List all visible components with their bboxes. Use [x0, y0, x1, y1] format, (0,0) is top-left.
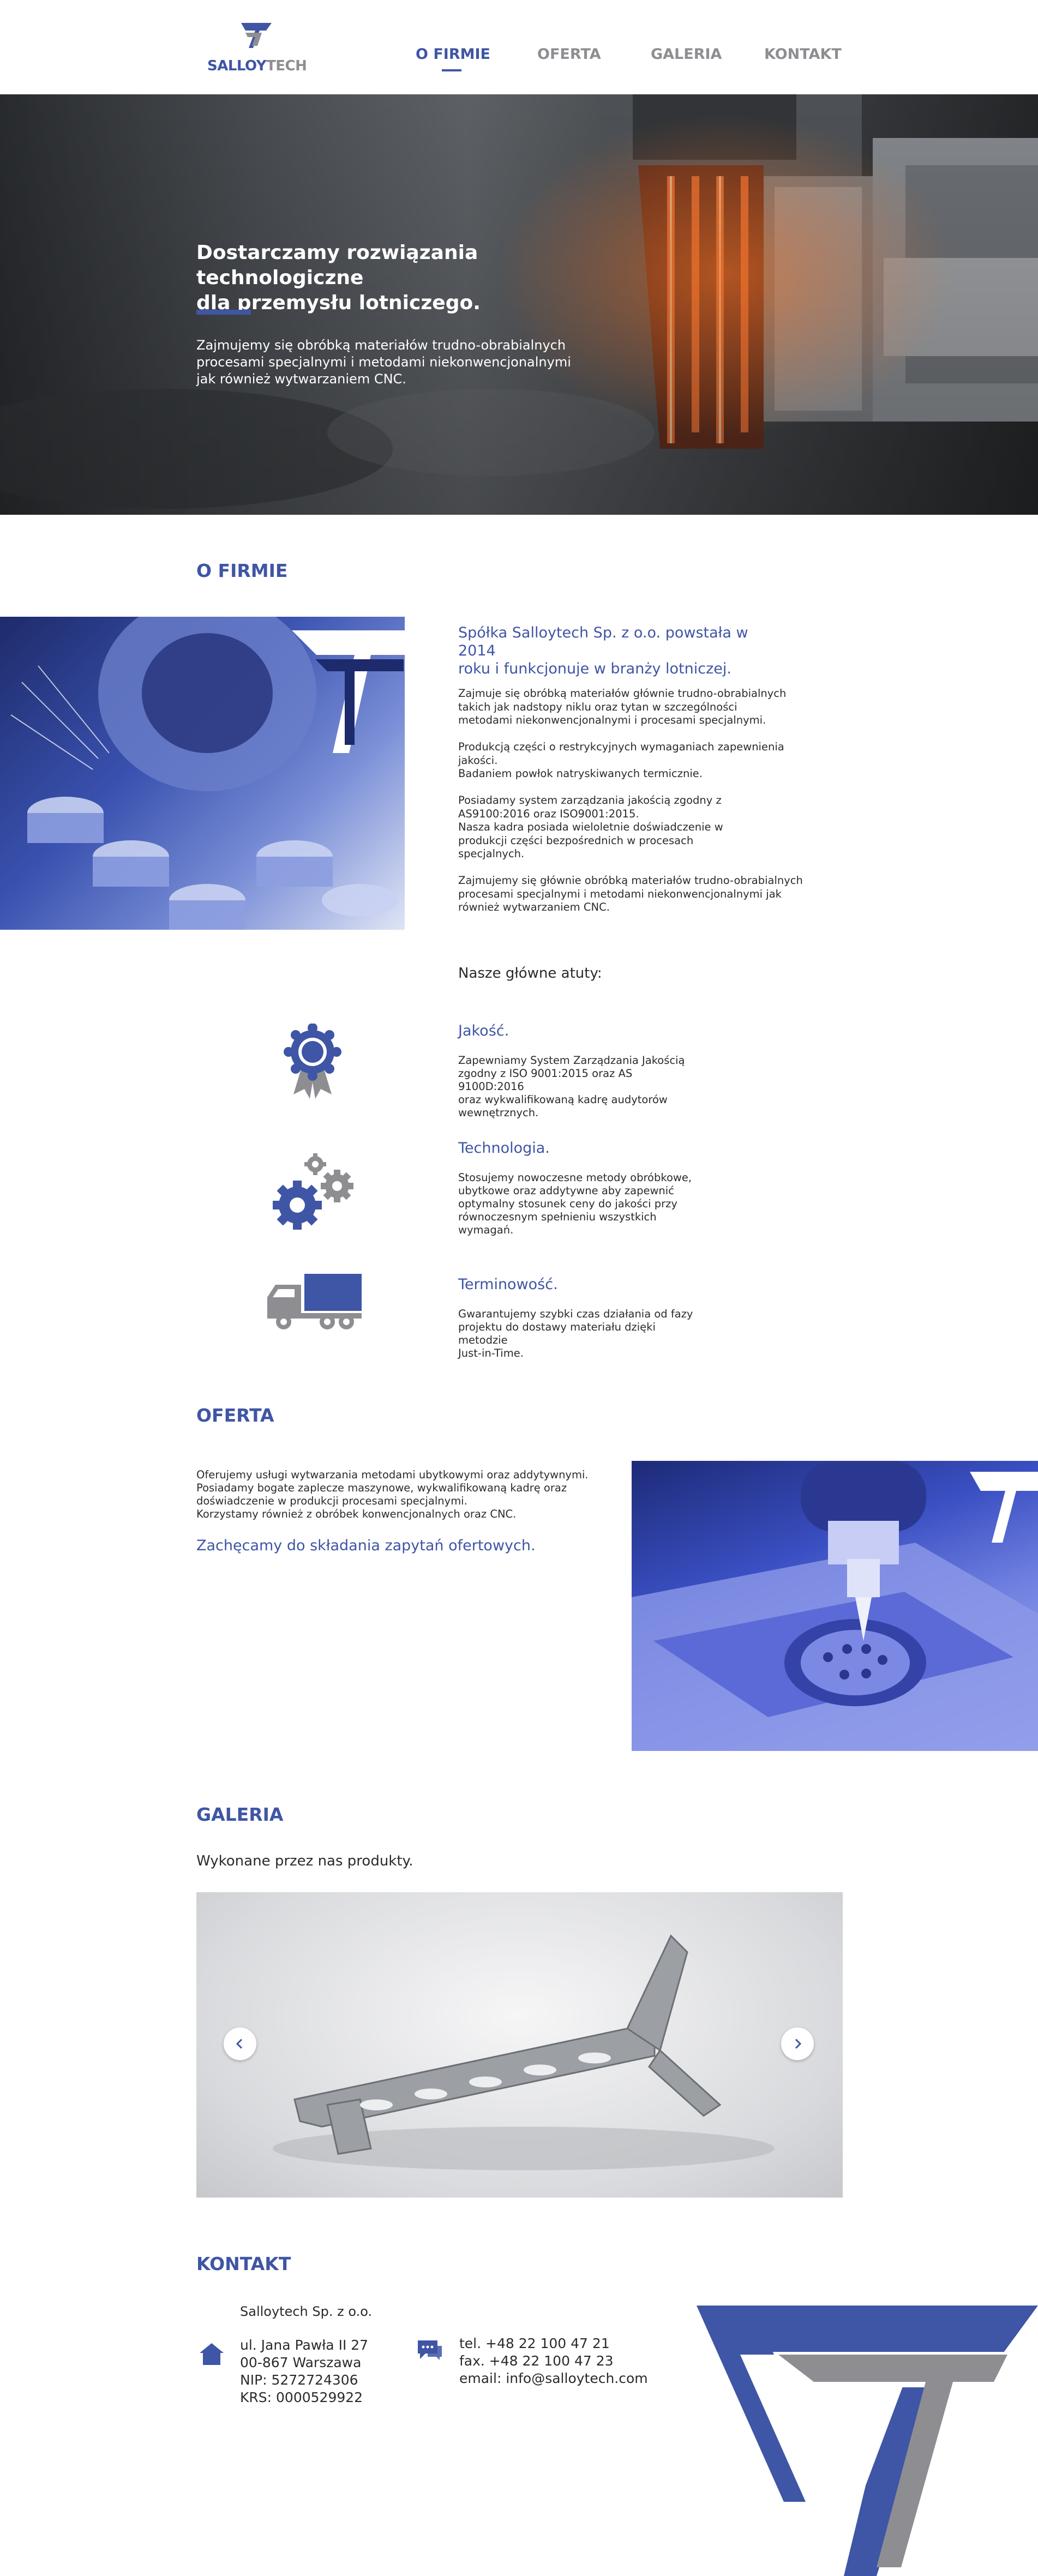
hero-title: Dostarczamy rozwiązania technologiczne d… [196, 240, 611, 316]
oferta-image [632, 1461, 1038, 1751]
hero-title-line: Dostarczamy rozwiązania technologiczne [196, 242, 478, 289]
home-icon [200, 2343, 224, 2365]
about-line: takich jak nadstopy niklu oraz tytan w s… [458, 700, 737, 713]
about-paragraph: Posiadamy system zarządzania jakością zg… [458, 794, 807, 861]
atut-title-technologia: Technologia. [458, 1140, 550, 1157]
about-paragraph: Zajmujemy się głównie obróbką materiałów… [458, 874, 807, 914]
atut-line: zgodny z ISO 9001:2015 oraz AS 9100D:201… [458, 1067, 633, 1093]
about-line: również wytwarzaniem CNC. [458, 901, 610, 913]
contact-fax-line: fax. +48 22 100 47 23 [459, 2353, 614, 2369]
atut-text-technologia: Stosujemy nowoczesne metody obróbkowe, u… [458, 1171, 698, 1237]
about-line: AS9100:2016 oraz ISO9001:2015. [458, 807, 639, 820]
contact-phone-line: tel. +48 22 100 47 21 [459, 2336, 610, 2351]
about-line: Zajmuje się obróbką materiałów głównie t… [458, 687, 787, 700]
contact-phones: tel. +48 22 100 47 21 fax. +48 22 100 47… [459, 2335, 648, 2387]
nav-kontakt[interactable]: KONTAKT [764, 46, 842, 63]
galeria-subtitle: Wykonane przez nas produkty. [196, 1853, 413, 1869]
nav-active-underline [442, 69, 461, 71]
atut-text-terminowosc: Gwarantujemy szybki czas działania od fa… [458, 1308, 698, 1360]
large-logo-mark-icon [697, 2306, 1038, 2576]
oferta-line: Korzystamy również z obróbek konwencjona… [196, 1508, 517, 1520]
oferta-cta: Zachęcamy do składania zapytań ofertowyc… [196, 1537, 536, 1554]
contact-address: ul. Jana Pawła II 27 00-867 Warszawa NIP… [240, 2337, 368, 2406]
hero-subtitle-line: jak również wytwarzaniem CNC. [196, 371, 406, 387]
nav-oferta[interactable]: OFERTA [537, 46, 601, 63]
contact-address-line: ul. Jana Pawła II 27 [240, 2337, 369, 2353]
atut-line: optymalny stosunek ceny do jakości przy [458, 1197, 677, 1210]
atut-line: ubytkowe oraz addytywne aby zapewnić [458, 1184, 674, 1197]
chevron-left-icon [236, 2038, 243, 2049]
gallery-prev-button[interactable] [224, 2027, 256, 2060]
about-lead-line: Spółka Salloytech Sp. z o.o. powstała w … [458, 624, 748, 659]
about-paragraph: Produkcją części o restrykcyjnych wymaga… [458, 741, 807, 781]
contact-company-name: Salloytech Sp. z o.o. [240, 2304, 373, 2319]
atut-line: wymagań. [458, 1224, 514, 1236]
oferta-line: Oferujemy usługi wytwarzania metodami ub… [196, 1468, 589, 1481]
atut-title-jakosc: Jakość. [458, 1022, 509, 1039]
gallery-slider[interactable] [196, 1892, 843, 2198]
section-title-galeria: GALERIA [196, 1804, 284, 1825]
oferta-cnc-illustration [632, 1461, 1038, 1751]
contact-address-line: KRS: 0000529922 [240, 2390, 363, 2405]
atut-title-terminowosc: Terminowość. [458, 1276, 558, 1293]
hero-accent-bar [196, 310, 251, 315]
section-title-o-firmie: O FIRMIE [196, 560, 288, 581]
atut-line: Gwarantujemy szybki czas działania od fa… [458, 1308, 693, 1320]
award-icon [284, 1024, 341, 1099]
section-title-oferta: OFERTA [196, 1405, 274, 1426]
nav-galeria[interactable]: GALERIA [651, 46, 722, 63]
oferta-line: Posiadamy bogate zaplecze maszynowe, wyk… [196, 1482, 567, 1494]
oferta-text: Oferujemy usługi wytwarzania metodami ub… [196, 1468, 611, 1521]
atut-line: oraz wykwalifikowaną kadrę audytorów [458, 1093, 668, 1106]
about-line: metodami niekonwencjonalnymi i procesami… [458, 714, 766, 726]
chevron-right-icon [795, 2038, 802, 2049]
about-line: Posiadamy system zarządzania jakością zg… [458, 794, 722, 806]
atut-line: Just-in-Time. [458, 1347, 524, 1359]
about-paragraph: Zajmuje się obróbką materiałów głównie t… [458, 687, 807, 727]
about-line: Produkcją części o restrykcyjnych wymaga… [458, 741, 784, 767]
hero-subtitle-line: procesami specjalnymi i metodami niekonw… [196, 354, 571, 370]
about-image [0, 617, 405, 930]
site-header: SALLOYTECH O FIRMIE OFERTA GALERIA KONTA… [0, 0, 1038, 94]
atut-line: Zapewniamy System Zarządzania Jakością [458, 1054, 685, 1067]
truck-icon [267, 1274, 362, 1329]
section-title-kontakt: KONTAKT [196, 2253, 291, 2274]
about-line: Nasza kadra posiada wieloletnie doświadc… [458, 821, 723, 833]
contact-email-line[interactable]: email: info@salloytech.com [459, 2370, 648, 2387]
about-lead: Spółka Salloytech Sp. z o.o. powstała w … [458, 624, 785, 678]
oferta-line: doświadczenie w produkcji procesami spec… [196, 1495, 467, 1507]
about-line: Zajmujemy się głównie obróbką materiałów… [458, 874, 803, 887]
about-lead-line: roku i funkcjonuje w branży lotniczej. [458, 660, 731, 677]
about-line: procesami specjalnymi i metodami niekonw… [458, 887, 782, 900]
atuty-heading: Nasze główne atuty: [458, 965, 602, 982]
about-body: Zajmuje się obróbką materiałów głównie t… [458, 687, 807, 928]
main-nav: O FIRMIE OFERTA GALERIA KONTAKT [0, 46, 1038, 68]
contact-address-line: 00-867 Warszawa [240, 2355, 362, 2370]
atut-line: Stosujemy nowoczesne metody obróbkowe, [458, 1171, 692, 1184]
atut-text-jakosc: Zapewniamy System Zarządzania Jakością z… [458, 1054, 698, 1120]
chat-icon [418, 2340, 442, 2360]
hero-subtitle: Zajmujemy się obróbką materiałów trudno-… [196, 337, 600, 388]
nav-o-firmie[interactable]: O FIRMIE [416, 46, 490, 63]
gallery-product-image [273, 1934, 775, 2170]
about-line: Badaniem powłok natryskiwanych termiczni… [458, 767, 703, 780]
atut-line: równoczesnym spełnieniu wszystkich [458, 1211, 657, 1223]
hero-title-line: dla przemysłu lotniczego. [196, 292, 481, 314]
contact-address-line: NIP: 5272724306 [240, 2372, 358, 2388]
about-machining-illustration [10, 617, 405, 930]
about-line: produkcji części bezpośrednich w procesa… [458, 834, 694, 847]
gears-icon [273, 1153, 353, 1230]
gallery-next-button[interactable] [781, 2027, 814, 2060]
atut-line: wewnętrznych. [458, 1106, 539, 1119]
atut-line: projektu do dostawy materiału dzięki met… [458, 1321, 656, 1346]
about-line: specjalnych. [458, 847, 525, 860]
hero-subtitle-line: Zajmujemy się obróbką materiałów trudno-… [196, 338, 566, 353]
hero-banner: Dostarczamy rozwiązania technologiczne d… [0, 94, 1038, 515]
